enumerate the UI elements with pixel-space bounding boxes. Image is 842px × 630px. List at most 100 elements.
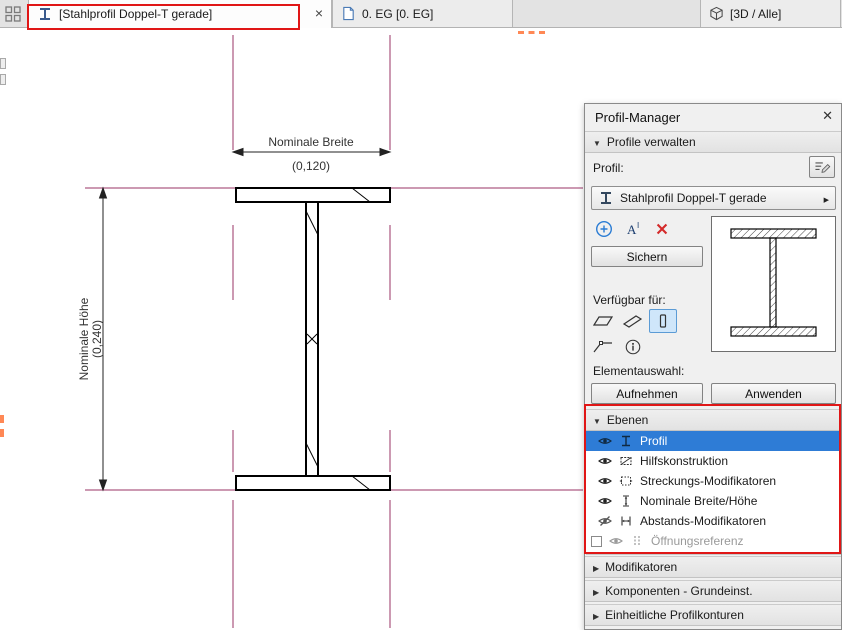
profile-preview bbox=[711, 216, 836, 352]
origin-marker-dashes bbox=[518, 31, 545, 34]
rename-icon: A I bbox=[625, 220, 643, 238]
profil-manager-palette: Profil-Manager ✕ Profile verwalten Profi… bbox=[584, 103, 842, 630]
section-komponenten[interactable]: Komponenten - Grundeinst. bbox=[585, 580, 841, 602]
tab-overview-button[interactable] bbox=[4, 5, 22, 23]
eye-icon[interactable] bbox=[609, 536, 623, 546]
available-column-button[interactable] bbox=[649, 309, 677, 333]
section-profile-verwalten[interactable]: Profile verwalten bbox=[585, 131, 841, 153]
layer-row-hilfskonstruktion[interactable]: Hilfskonstruktion bbox=[586, 451, 841, 471]
dim-width-label: Nominale Breite bbox=[268, 135, 354, 149]
collapse-right-icon bbox=[593, 608, 599, 622]
profile-preview-drawing bbox=[712, 217, 835, 351]
layer-label: Streckungs-Modifikatoren bbox=[640, 474, 776, 488]
ibeam-icon bbox=[37, 7, 53, 21]
available-beam-button[interactable] bbox=[619, 309, 647, 333]
dim-height-value: (0,240) bbox=[90, 320, 104, 358]
save-button-label: Sichern bbox=[627, 250, 668, 264]
profil-layer-icon bbox=[619, 434, 633, 448]
layer-label: Nominale Breite/Höhe bbox=[640, 494, 757, 508]
eye-icon[interactable] bbox=[598, 476, 612, 486]
layer-row-abstands-modifikatoren[interactable]: Abstands-Modifikatoren bbox=[586, 511, 841, 531]
profile-dropdown[interactable]: Stahlprofil Doppel-T gerade bbox=[591, 186, 836, 210]
red-x-icon bbox=[654, 221, 670, 237]
layer-label: Öffnungsreferenz bbox=[651, 534, 744, 548]
available-wall-button[interactable] bbox=[589, 309, 617, 333]
profile-settings-button[interactable] bbox=[809, 156, 835, 178]
edit-list-pencil-icon bbox=[813, 159, 831, 175]
delete-profile-button[interactable] bbox=[651, 218, 673, 240]
dimension-width bbox=[233, 149, 390, 156]
tab-stahlprofil[interactable]: [Stahlprofil Doppel-T gerade] × bbox=[28, 0, 332, 28]
profile-dropdown-value: Stahlprofil Doppel-T gerade bbox=[620, 191, 818, 205]
collapse-down-icon bbox=[593, 135, 601, 149]
rename-profile-button[interactable]: A I bbox=[623, 218, 645, 240]
collapse-right-icon bbox=[593, 560, 599, 574]
eye-icon[interactable] bbox=[598, 496, 612, 506]
dimension-icon bbox=[619, 494, 633, 508]
edge-toolbar-fragment bbox=[0, 58, 6, 69]
tab-close-icon[interactable]: × bbox=[315, 5, 323, 21]
pickup-button[interactable]: Aufnehmen bbox=[591, 383, 703, 404]
eye-icon[interactable] bbox=[598, 436, 612, 446]
palette-title: Profil-Manager bbox=[595, 110, 680, 125]
collapse-right-icon bbox=[593, 584, 599, 598]
eye-off-icon[interactable] bbox=[598, 516, 612, 526]
tab-3d[interactable]: [3D / Alle] bbox=[700, 0, 841, 27]
element-selection-label: Elementauswahl: bbox=[593, 364, 684, 378]
section-label: Profile verwalten bbox=[607, 135, 696, 149]
collapse-down-icon bbox=[593, 413, 601, 427]
edge-marker-dashes bbox=[0, 415, 4, 437]
story-page-icon bbox=[341, 6, 356, 21]
ibeam-profile-outline bbox=[236, 188, 390, 490]
layer-row-profil[interactable]: Profil bbox=[586, 431, 841, 451]
layer-label: Hilfskonstruktion bbox=[640, 454, 728, 468]
layer-label: Abstands-Modifikatoren bbox=[640, 514, 766, 528]
palette-close-icon[interactable]: ✕ bbox=[822, 108, 833, 124]
layer-row-nominale-breite-hoehe[interactable]: Nominale Breite/Höhe bbox=[586, 491, 841, 511]
tab-label: 0. EG [0. EG] bbox=[362, 7, 433, 21]
tab-label: [3D / Alle] bbox=[730, 7, 781, 21]
tab-floorplan[interactable]: 0. EG [0. EG] bbox=[332, 0, 513, 27]
info-icon bbox=[624, 338, 642, 356]
section-ebenen[interactable]: Ebenen bbox=[585, 409, 841, 431]
ibeam-icon bbox=[598, 191, 614, 205]
available-morph-button[interactable] bbox=[589, 335, 617, 359]
eye-icon[interactable] bbox=[598, 456, 612, 466]
beam-icon bbox=[622, 313, 644, 329]
offset-modifier-icon bbox=[619, 514, 633, 528]
section-label: Ebenen bbox=[607, 413, 648, 427]
pickup-button-label: Aufnehmen bbox=[616, 387, 677, 401]
save-button[interactable]: Sichern bbox=[591, 246, 703, 267]
helper-construction-icon bbox=[619, 454, 633, 468]
layer-row-oeffnungsreferenz[interactable]: Öffnungsreferenz bbox=[586, 531, 841, 551]
stretch-modifier-icon bbox=[619, 474, 633, 488]
layer-checkbox[interactable] bbox=[591, 536, 602, 547]
grid-icon bbox=[4, 5, 22, 23]
cube-3d-icon bbox=[709, 6, 724, 21]
chevron-right-icon bbox=[824, 191, 829, 205]
wall-icon bbox=[592, 313, 614, 329]
availability-info-button[interactable] bbox=[619, 335, 647, 359]
new-profile-button[interactable] bbox=[593, 218, 615, 240]
construction-lines bbox=[85, 35, 583, 628]
section-label: Modifikatoren bbox=[605, 560, 677, 574]
apply-button-label: Anwenden bbox=[745, 387, 802, 401]
morph-polyline-icon bbox=[592, 339, 614, 355]
edge-toolbar-fragment bbox=[0, 74, 6, 85]
section-profilkonturen[interactable]: Einheitliche Profilkonturen bbox=[585, 604, 841, 626]
profil-label: Profil: bbox=[593, 161, 624, 175]
available-for-label: Verfügbar für: bbox=[593, 293, 666, 307]
dim-height-label: Nominale Höhe bbox=[77, 297, 91, 380]
svg-text:I: I bbox=[637, 221, 639, 230]
layer-row-streckungs-modifikatoren[interactable]: Streckungs-Modifikatoren bbox=[586, 471, 841, 491]
column-icon bbox=[652, 313, 674, 329]
layers-list: Profil Hilfskonstruktion Streck bbox=[586, 431, 841, 555]
section-modifikatoren[interactable]: Modifikatoren bbox=[585, 556, 841, 578]
plus-circle-icon bbox=[595, 220, 613, 238]
tab-label: [Stahlprofil Doppel-T gerade] bbox=[59, 7, 212, 21]
apply-button[interactable]: Anwenden bbox=[711, 383, 836, 404]
dim-width-value: (0,120) bbox=[292, 159, 330, 173]
profile-drawing: Nominale Breite (0,120) Nominale Höhe (0… bbox=[0, 28, 584, 630]
section-label: Komponenten - Grundeinst. bbox=[605, 584, 752, 598]
opening-reference-icon bbox=[630, 534, 644, 548]
